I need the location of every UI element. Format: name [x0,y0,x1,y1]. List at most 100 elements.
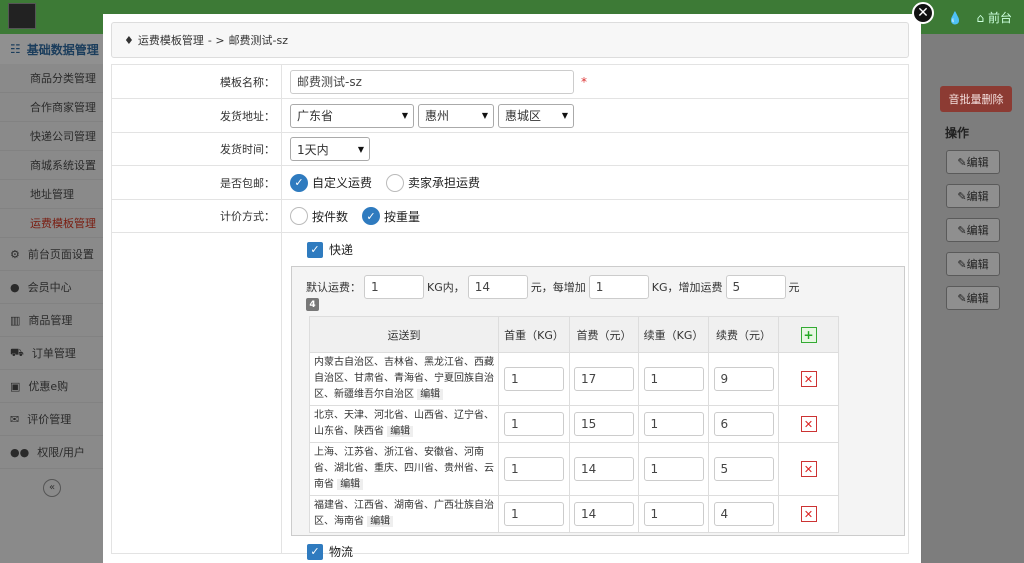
sidebar-item-courier[interactable]: 快递公司管理 [0,122,104,151]
breadcrumb-separator: - > [207,33,225,47]
default-weight-input[interactable]: 1 [364,275,424,299]
district-select[interactable]: 惠城区 ▼ [498,103,574,128]
radio-by-weight[interactable]: ✓ 按重量 [362,207,420,225]
chevron-down-icon: ▼ [401,111,408,120]
sidebar-item-settings[interactable]: 商城系统设置 [0,151,104,180]
first-weight-input[interactable]: 1 [504,367,564,391]
template-form: 模板名称： 邮费测试-sz * 发货地址： 广东省 ▼ 惠州 ▼ 惠城区 ▼ 发货时间… [111,64,909,560]
collapse-sidebar-icon[interactable]: « [43,479,61,497]
destination-cell: 内蒙古自治区、吉林省、黑龙江省、西藏自治区、甘肃省、青海省、宁夏回族自治区、新疆… [309,352,499,406]
close-modal-button[interactable]: ✕ [912,2,934,24]
first-weight-input[interactable]: 1 [504,412,564,436]
ship-address-label: 发货地址： [112,99,282,132]
radio-by-piece[interactable]: 按件数 [290,207,348,225]
edit-button[interactable]: ✎ 编辑 [946,286,1000,310]
edit-destination-link[interactable]: 编辑 [387,426,414,437]
next-weight-input[interactable]: 1 [643,367,704,391]
col-add: + [778,316,839,353]
cart-icon: ⛟ [10,345,24,359]
destination-cell: 北京、天津、河北省、山西省、辽宁省、山东省、陕西省 编辑 [309,405,499,443]
first-fee-input[interactable]: 14 [574,502,634,526]
delete-icon[interactable]: ✕ [800,506,817,522]
delete-icon[interactable]: ✕ [800,416,817,432]
topbar-right: 💧 ⌂ 前台 [948,9,1012,26]
express-settings-box: 默认运费： 1 KG内， 14 元，每增加 1 KG，增加运费 5 元 4 运送… [291,266,905,536]
sidebar-item-category[interactable]: 商品分类管理 [0,64,104,93]
shipping-template-modal: ♦ 运费模板管理 - > 邮费测试-sz 模板名称： 邮费测试-sz * 发货地… [103,14,921,563]
radio-seller-pays[interactable]: 卖家承担运费 [386,173,480,192]
next-fee-input[interactable]: 5 [713,457,774,481]
next-weight-input[interactable]: 1 [643,502,704,526]
col-first-fee: 首费（元） [569,316,639,353]
next-weight-input[interactable]: 1 [643,412,704,436]
next-fee-input[interactable]: 6 [713,412,774,436]
delete-icon[interactable]: ✕ [800,461,817,477]
pricing-label: 计价方式： [112,200,282,232]
table-row: 北京、天津、河北省、山西省、辽宁省、山东省、陕西省 编辑 1 15 1 6 ✕ [309,405,839,443]
site-logo [8,3,36,29]
first-weight-input[interactable]: 1 [504,502,564,526]
ship-time-select[interactable]: 1天内 ▼ [290,137,370,161]
required-mark: * [581,74,587,89]
breadcrumb-current: 邮费测试-sz [228,34,289,47]
bulk-delete-button[interactable]: 音批量删除 [940,86,1012,112]
add-icon[interactable]: + [800,326,817,343]
barcode-icon: ▥ [10,313,21,327]
check-icon: ✓ [362,207,381,225]
col-next-weight: 续重（KG） [638,316,709,353]
home-link[interactable]: ⌂ 前台 [977,9,1012,26]
sidebar-item-promo[interactable]: ▣ 优惠e购 [0,370,104,403]
edit-button[interactable]: ✎ 编辑 [946,150,1000,174]
sidebar-item-address[interactable]: 地址管理 [0,180,104,209]
sidebar-item-members[interactable]: ● 会员中心 [0,271,104,304]
drop-icon[interactable]: 💧 [948,11,963,25]
destination-cell: 福建省、江西省、湖南省、广西壮族自治区、海南省 编辑 [309,495,499,533]
radio-empty-icon [386,173,405,192]
edit-button[interactable]: ✎ 编辑 [946,252,1000,276]
sidebar-item-permissions[interactable]: ●● 权限/用户 [0,436,104,469]
chevron-down-icon: ▼ [481,111,488,120]
template-name-label: 模板名称： [112,65,282,98]
sidebar-item-products[interactable]: ▥ 商品管理 [0,304,104,337]
sidebar-section-basic-data[interactable]: ☷ 基础数据管理 [0,34,104,64]
radio-custom-fee[interactable]: ✓ 自定义运费 [290,173,372,192]
first-fee-input[interactable]: 17 [574,367,634,391]
sidebar-item-reviews[interactable]: ✉ 评价管理 [0,403,104,436]
chevron-down-icon: ▼ [561,111,568,120]
next-fee-input[interactable]: 4 [713,502,774,526]
edit-button[interactable]: ✎ 编辑 [946,218,1000,242]
edit-destination-link[interactable]: 编辑 [337,479,364,490]
sidebar-item-orders[interactable]: ⛟ 订单管理 [0,337,104,370]
table-row: 内蒙古自治区、吉林省、黑龙江省、西藏自治区、甘肃省、青海省、宁夏回族自治区、新疆… [309,352,839,406]
default-fee-input[interactable]: 14 [467,275,528,299]
row-ship-time: 发货时间： 1天内 ▼ [112,133,908,166]
first-fee-input[interactable]: 14 [574,457,634,481]
edit-destination-link[interactable]: 编辑 [417,389,444,400]
province-select[interactable]: 广东省 ▼ [290,103,414,128]
row-template-name: 模板名称： 邮费测试-sz * [112,65,908,99]
city-select[interactable]: 惠州 ▼ [418,103,494,128]
radio-empty-icon [290,207,308,225]
logistics-checkbox[interactable]: ✓ 物流 [307,543,353,560]
sidebar-item-shipping-template[interactable]: 运费模板管理 [0,209,104,238]
next-fee-input[interactable]: 9 [713,367,774,391]
sidebar-item-merchant[interactable]: 合作商家管理 [0,93,104,122]
add-fee-input[interactable]: 5 [725,275,786,299]
sidebar-item-frontend[interactable]: ⚙ 前台页面设置 [0,238,104,271]
ship-time-label: 发货时间： [112,133,282,165]
first-fee-input[interactable]: 15 [574,412,634,436]
template-name-input[interactable]: 邮费测试-sz [290,69,574,94]
users-icon: ●● [10,445,30,459]
edit-destination-link[interactable]: 编辑 [367,516,394,527]
first-weight-input[interactable]: 1 [504,457,564,481]
edit-button[interactable]: ✎ 编辑 [946,184,1000,208]
express-checkbox[interactable]: ✓ 快递 [307,241,353,258]
col-first-weight: 首重（KG） [498,316,570,353]
add-weight-input[interactable]: 1 [588,275,649,299]
next-weight-input[interactable]: 1 [643,457,704,481]
check-icon: ✓ [307,543,323,560]
delete-icon[interactable]: ✕ [800,371,817,387]
check-icon: ✓ [290,173,308,192]
diamond-icon: ♦ [124,33,134,47]
breadcrumb-parent[interactable]: 运费模板管理 [138,32,204,48]
